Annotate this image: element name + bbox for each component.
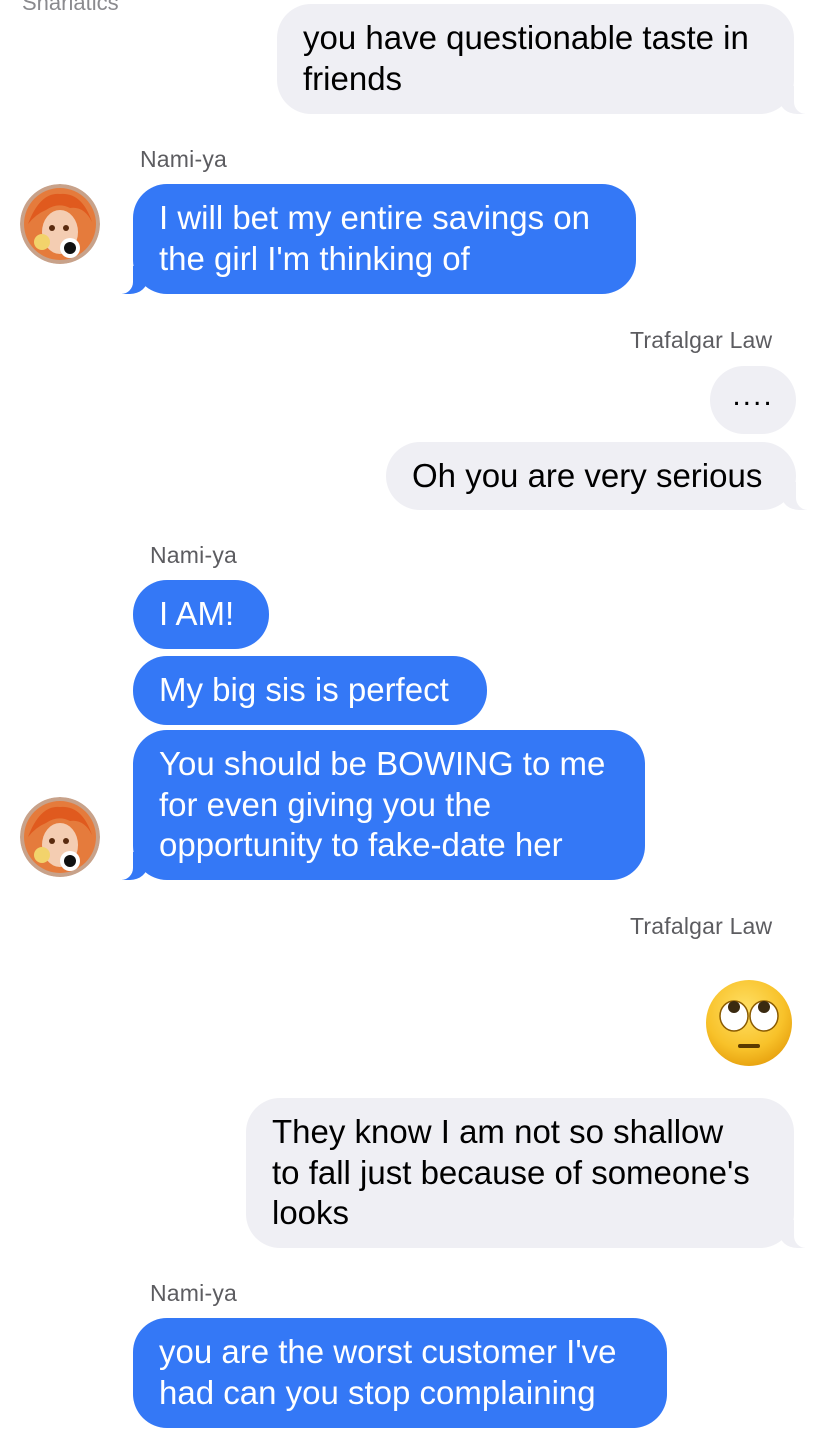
face-with-rolling-eyes-icon[interactable]: [704, 978, 794, 1068]
sender-name: Nami-ya: [150, 1280, 238, 1306]
message-bubble-incoming[interactable]: You should be BOWING to me for even givi…: [107, 730, 645, 880]
sender-name: Trafalgar Law: [630, 327, 773, 353]
message-bubble-incoming[interactable]: My big sis is perfect: [133, 656, 487, 725]
message-bubble-outgoing[interactable]: They know I am not so shallow to fall ju…: [246, 1098, 820, 1248]
sender-name: Trafalgar Law: [630, 913, 773, 939]
avatar[interactable]: [20, 797, 100, 877]
message-bubble-outgoing[interactable]: you have questionable taste in friends: [277, 4, 820, 114]
sender-name: Nami-ya: [150, 542, 238, 568]
message-bubble-incoming[interactable]: I AM!: [133, 580, 269, 649]
message-bubble-outgoing[interactable]: Oh you are very serious: [386, 442, 822, 510]
avatar[interactable]: [20, 184, 100, 264]
message-bubble-outgoing[interactable]: ....: [710, 366, 796, 434]
message-bubble-incoming[interactable]: you are the worst customer I've had can …: [133, 1318, 667, 1428]
message-bubble-incoming[interactable]: I will bet my entire savings on the girl…: [107, 184, 636, 294]
sender-name: Nami-ya: [140, 146, 228, 172]
clipped-top-label: Snarlatics: [22, 0, 119, 15]
